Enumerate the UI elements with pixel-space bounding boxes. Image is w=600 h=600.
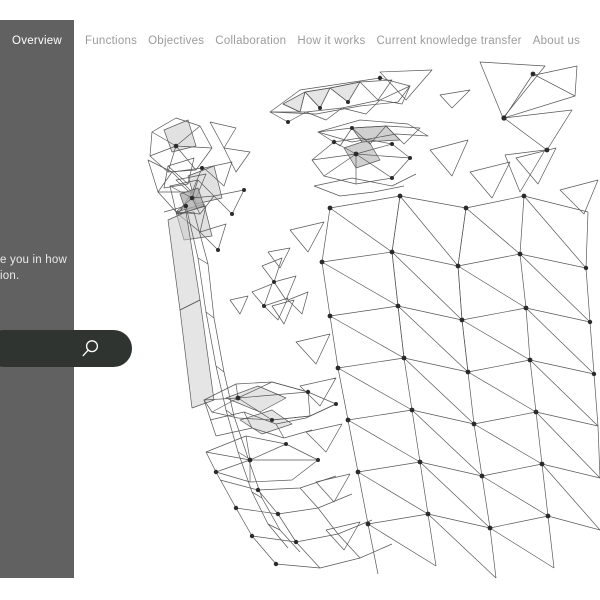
hero-wireframe-face-image xyxy=(0,0,600,600)
search-button[interactable] xyxy=(0,330,132,367)
page-root: e you in how ion. Overview Functions Obj… xyxy=(0,0,600,600)
left-sidebar-panel xyxy=(0,20,74,578)
search-icon xyxy=(81,339,100,358)
nav-item-functions[interactable]: Functions xyxy=(85,20,137,62)
nav-item-collaboration[interactable]: Collaboration xyxy=(215,20,286,62)
nav-item-objectives[interactable]: Objectives xyxy=(148,20,204,62)
main-navigation: Overview Functions Objectives Collaborat… xyxy=(0,20,600,62)
nav-item-about-us[interactable]: About us xyxy=(533,20,580,62)
nav-item-overview[interactable]: Overview xyxy=(0,20,74,62)
nav-item-current-knowledge-transfer[interactable]: Current knowledge transfer xyxy=(377,20,522,62)
nav-item-how-it-works[interactable]: How it works xyxy=(297,20,365,62)
